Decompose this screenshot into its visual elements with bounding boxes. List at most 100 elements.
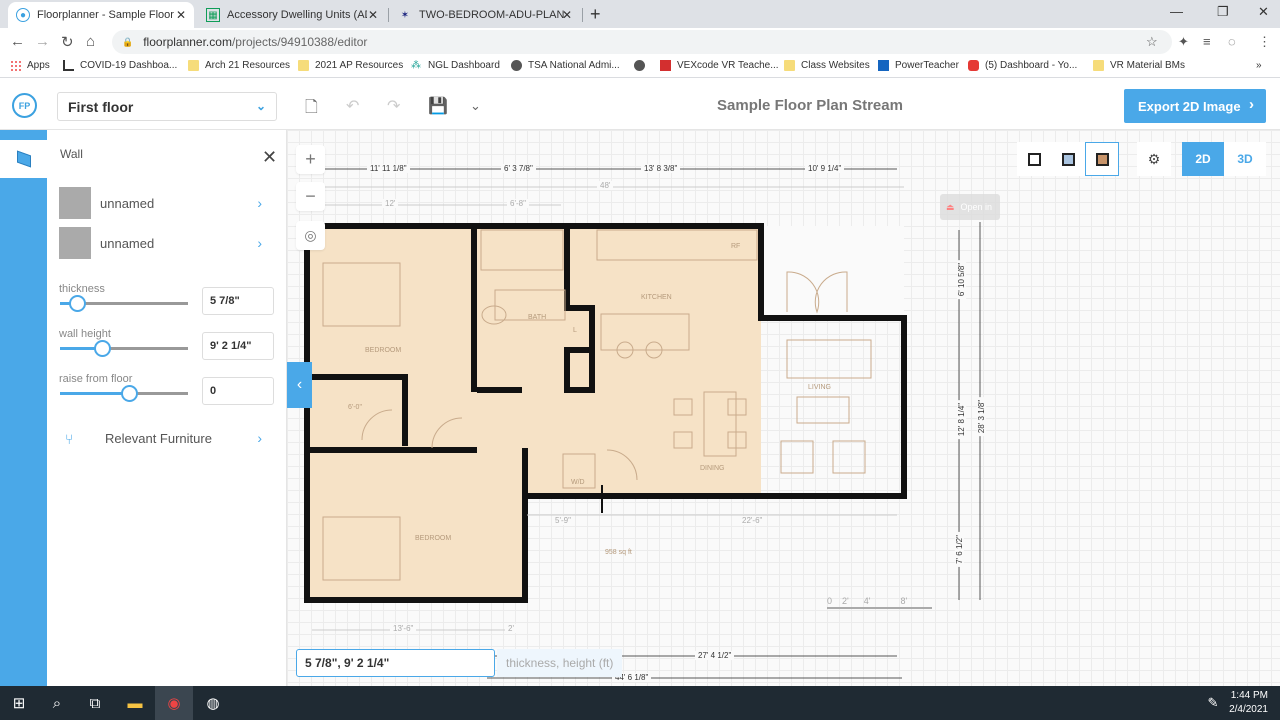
profile-icon[interactable]: ◌ — [1228, 34, 1236, 49]
menu-icon[interactable]: ⋮ — [1258, 34, 1271, 50]
more-chevron-icon[interactable]: ⌄ — [470, 98, 481, 114]
forward-icon[interactable]: → — [35, 33, 50, 50]
bookmark-ngl[interactable]: ⁂ NGL Dashboard — [411, 60, 500, 71]
wall-height-slider[interactable] — [60, 340, 188, 357]
file-explorer-icon[interactable]: ▬ — [116, 686, 154, 720]
reload-icon[interactable]: ↻ — [61, 33, 74, 51]
wall-height-label: wall height — [59, 328, 111, 340]
close-window-icon[interactable]: ✕ — [1258, 4, 1269, 20]
dimension-command-input[interactable]: 5 7/8", 9' 2 1/4" — [296, 649, 495, 677]
wall-height-input[interactable]: 9' 2 1/4" — [202, 332, 274, 360]
style-blue-button[interactable] — [1051, 142, 1085, 176]
collapse-panel-button[interactable]: ‹ — [287, 362, 312, 408]
floorplanner-logo[interactable]: FP — [12, 93, 37, 118]
style-outline-button[interactable] — [1017, 142, 1051, 176]
slider-handle[interactable] — [94, 340, 112, 357]
wall-properties-panel: Wall ✕ unnamed › unnamed › thickness 5 7… — [47, 130, 287, 686]
raise-from-floor-input[interactable]: 0 — [202, 377, 274, 405]
bookmark-globe[interactable] — [634, 60, 651, 71]
bookmark-apps[interactable]: Apps — [10, 60, 50, 71]
tab-adu-sheet[interactable]: ▦ Accessory Dwelling Units (ADUs) ✕ — [198, 2, 386, 28]
system-clock[interactable]: 1:44 PM 2/4/2021 — [1229, 689, 1268, 717]
slider-handle[interactable] — [121, 385, 139, 402]
room-label: KITCHEN — [641, 294, 672, 301]
outline-style-icon — [1027, 152, 1041, 166]
dim-label: 27' 4 1/2" — [695, 651, 735, 660]
material-item[interactable]: unnamed › — [59, 227, 274, 259]
windows-start-icon[interactable]: ⊞ — [0, 686, 38, 720]
close-tab-icon[interactable]: ✕ — [176, 8, 186, 22]
thickness-input[interactable]: 5 7/8" — [202, 287, 274, 315]
media-queue-icon[interactable]: ≡ — [1203, 34, 1211, 49]
zoom-out-button[interactable]: − — [296, 182, 325, 211]
pen-icon[interactable]: ✎ — [1198, 686, 1228, 720]
dim-label: 11' 11 1/8" — [367, 164, 410, 173]
bookmark-star-icon[interactable]: ☆ — [1146, 34, 1158, 50]
chrome-icon[interactable]: ◉ — [155, 686, 193, 720]
bookmark-tsa[interactable]: TSA National Admi... — [511, 60, 620, 71]
bookmark-vr-material[interactable]: VR Material BMs — [1093, 60, 1185, 71]
monitor-gear-icon: ⚙ — [1147, 150, 1161, 167]
target-icon: ◎ — [304, 227, 317, 243]
restore-icon[interactable]: ❐ — [1217, 4, 1229, 20]
tab-adu-plan[interactable]: ✶ TWO-BEDROOM-ADU-PLAN ✕ — [390, 2, 580, 28]
youtube-icon — [968, 60, 979, 71]
bookmark-class-websites[interactable]: Class Websites — [784, 60, 870, 71]
url-input[interactable]: 🔒 floorplanner.com/projects/94910388/edi… — [112, 30, 1172, 54]
floor-select[interactable]: First floor ⌄ — [57, 92, 277, 121]
tab-floorplanner[interactable]: ● Floorplanner - Sample Floor Plan ✕ — [8, 2, 194, 28]
new-tab-button[interactable]: + — [590, 4, 601, 25]
obs-icon[interactable]: ◍ — [194, 686, 232, 720]
undo-icon[interactable]: ↶ — [346, 96, 359, 116]
room-label: LIVING — [808, 384, 831, 391]
armchair — [780, 440, 814, 474]
search-icon[interactable]: ⌕ — [38, 686, 76, 720]
raise-from-floor-slider[interactable] — [60, 385, 188, 402]
apps-grid-icon — [10, 60, 21, 71]
bookmark-arch21[interactable]: Arch 21 Resources — [188, 60, 290, 71]
render-style-group — [1017, 142, 1119, 176]
wall-icon — [16, 150, 31, 168]
material-item[interactable]: unnamed › — [59, 187, 274, 219]
export-2d-image-button[interactable]: Export 2D Image › — [1124, 89, 1266, 123]
extensions-icon[interactable]: ✦ — [1178, 34, 1189, 50]
bookmark-ap[interactable]: 2021 AP Resources — [298, 60, 403, 71]
style-color-button[interactable] — [1085, 142, 1119, 176]
save-icon[interactable]: 💾 — [428, 96, 448, 116]
home-icon[interactable]: ⌂ — [86, 33, 95, 50]
close-tab-icon[interactable]: ✕ — [368, 8, 378, 22]
close-icon[interactable]: ✕ — [262, 148, 277, 166]
view-2d-button[interactable]: 2D — [1182, 142, 1224, 176]
view-3d-button[interactable]: 3D — [1224, 142, 1266, 176]
bookmark-youtube[interactable]: (5) Dashboard - Yo... — [968, 60, 1077, 71]
new-file-icon[interactable]: 🗋 — [305, 96, 318, 123]
raise-from-floor-label: raise from floor — [59, 373, 133, 385]
task-view-icon[interactable]: ⧉ — [76, 686, 114, 720]
zoom-in-button[interactable]: + — [296, 145, 325, 174]
display-settings-button[interactable]: ⚙ — [1137, 142, 1171, 176]
close-tab-icon[interactable]: ✕ — [562, 8, 572, 22]
open-in-button[interactable]: ⏏ Open in — [940, 194, 1000, 220]
recenter-button[interactable]: ◎ — [296, 221, 325, 250]
back-icon[interactable]: ← — [10, 33, 25, 50]
panel-title: Wall — [60, 147, 83, 161]
material-swatch — [59, 227, 91, 259]
dim-label: 28' 3 1/8" — [977, 396, 987, 437]
bookmark-powerteacher[interactable]: PowerTeacher — [878, 60, 959, 71]
dim-label: 5'-9" — [552, 516, 574, 525]
chevron-down-icon: ⌄ — [255, 99, 266, 113]
bookmark-covid[interactable]: COVID-19 Dashboa... — [63, 60, 177, 71]
floorplan-canvas[interactable]: BEDROOM BATH KITCHEN LIVING DINING BEDRO… — [287, 130, 1280, 686]
armchair — [832, 440, 866, 474]
relevant-furniture-link[interactable]: ⑂ Relevant Furniture › — [59, 428, 274, 448]
bookmarks-overflow-icon[interactable]: » — [1256, 60, 1262, 71]
slider-handle[interactable] — [68, 295, 86, 312]
globe-icon — [511, 60, 522, 71]
thickness-slider[interactable] — [60, 295, 188, 312]
pdf-icon: ⏏ — [946, 201, 955, 212]
rail-item-wall[interactable] — [0, 140, 47, 178]
minimize-icon[interactable]: — — [1170, 4, 1183, 19]
bookmark-vexcode[interactable]: VEXcode VR Teache... — [660, 60, 779, 71]
room-label: DINING — [700, 465, 725, 472]
redo-icon[interactable]: ↷ — [387, 96, 400, 116]
